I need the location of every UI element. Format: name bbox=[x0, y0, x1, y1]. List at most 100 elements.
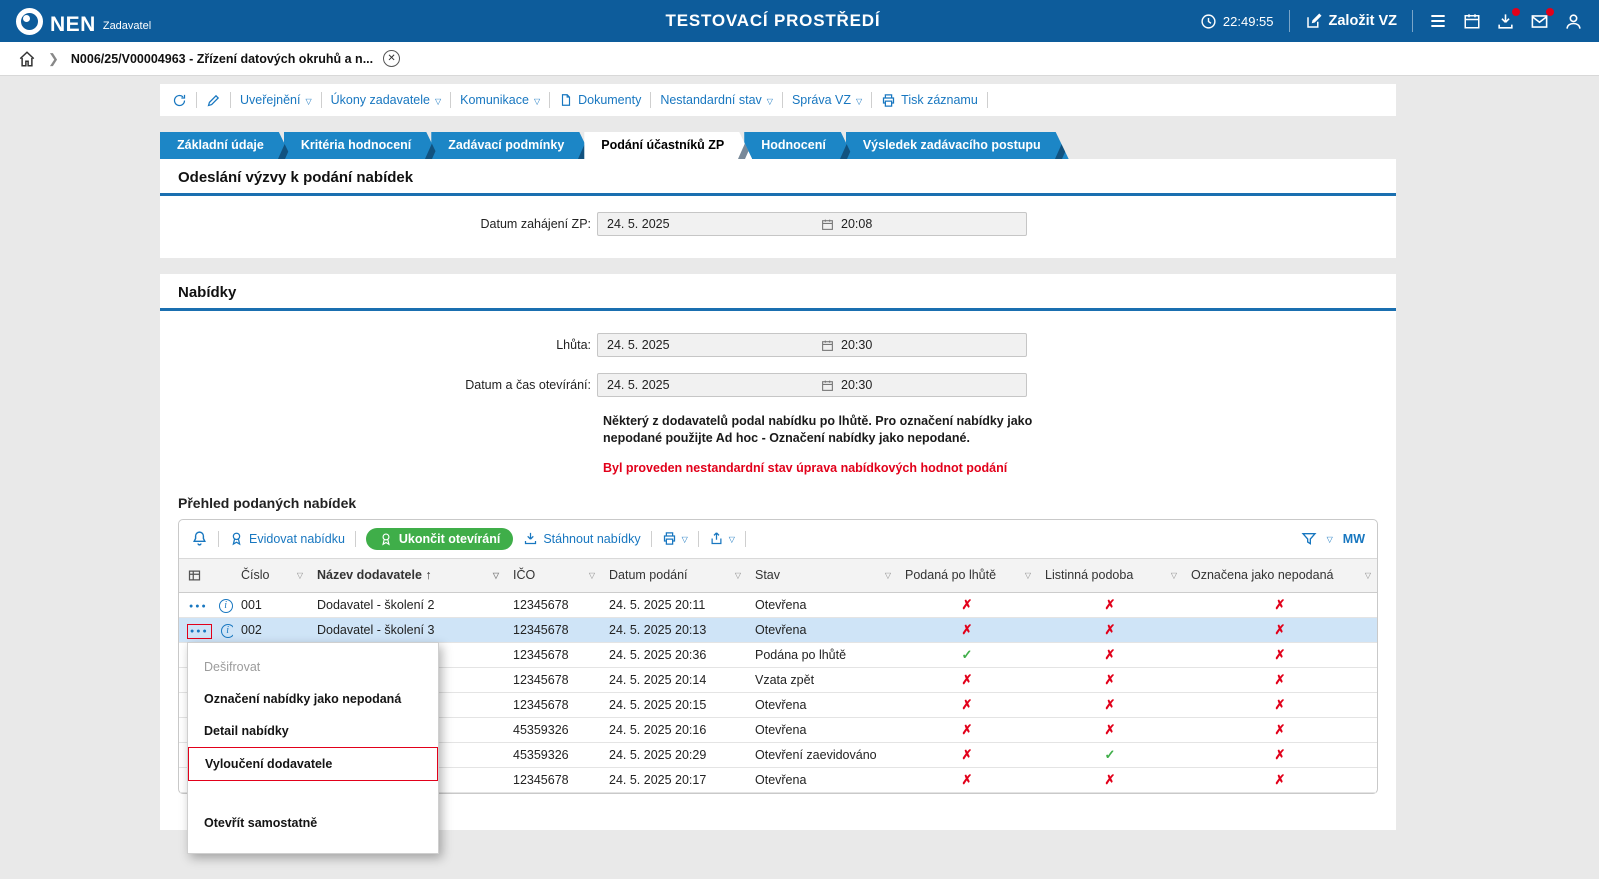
menu-uverejneni[interactable]: Uveřejnění▽ bbox=[240, 93, 312, 107]
row-actions-button[interactable]: ●●● bbox=[187, 624, 212, 639]
downloads-button[interactable] bbox=[1496, 12, 1515, 31]
messages-button[interactable] bbox=[1530, 12, 1549, 31]
cell-listinna: ✗ bbox=[1037, 617, 1183, 642]
tab-vysledek[interactable]: Výsledek zadávacího postupu bbox=[846, 132, 1069, 159]
start-date-value[interactable]: 24. 5. 2025 bbox=[598, 217, 817, 231]
col-datum-podani[interactable]: Datum podání▽ bbox=[601, 558, 747, 592]
view-code[interactable]: MW bbox=[1343, 532, 1365, 546]
filter-caret-icon[interactable]: ▽ bbox=[297, 571, 303, 580]
back-button[interactable] bbox=[172, 93, 187, 108]
menu-item-detail-nabidky[interactable]: Detail nabídky bbox=[188, 715, 438, 747]
info-icon[interactable]: i bbox=[219, 599, 233, 613]
opening-date-value[interactable]: 24. 5. 2025 bbox=[598, 378, 817, 392]
cell-nepodana: ✗ bbox=[1183, 667, 1377, 692]
filter-caret-icon[interactable]: ▽ bbox=[1365, 571, 1371, 580]
menu-sprava-vz[interactable]: Správa VZ▽ bbox=[792, 93, 862, 107]
menu-item-otevrit-samostatne[interactable]: Otevřít samostatně bbox=[188, 807, 438, 839]
cell-nepodana: ✗ bbox=[1183, 642, 1377, 667]
filter-caret-icon[interactable]: ▽ bbox=[493, 571, 499, 580]
opening-datetime-field[interactable]: 24. 5. 2025 20:30 bbox=[597, 373, 1027, 397]
ukoncit-otevirani-button[interactable]: Ukončit otevírání bbox=[366, 528, 513, 550]
tab-podani-ucastniku[interactable]: Podání účastníků ZP bbox=[584, 132, 752, 159]
dropdown-caret-icon: ▽ bbox=[856, 97, 862, 106]
cell-stav: Otevřena bbox=[747, 692, 897, 717]
menu-nestandardni-stav[interactable]: Nestandardní stav▽ bbox=[660, 93, 773, 107]
print-record-button[interactable]: Tisk záznamu bbox=[881, 93, 978, 108]
col-ico[interactable]: IČO▽ bbox=[505, 558, 601, 592]
col-cislo[interactable]: Číslo▽ bbox=[233, 558, 309, 592]
notifications-button[interactable] bbox=[191, 530, 208, 547]
tab-zadavaci-podminky[interactable]: Zadávací podmínky bbox=[431, 132, 592, 159]
filter-caret-icon[interactable]: ▽ bbox=[1171, 571, 1177, 580]
column-settings-header[interactable] bbox=[179, 558, 233, 592]
cell-stav: Otevření zaevidováno bbox=[747, 742, 897, 767]
cell-listinna: ✗ bbox=[1037, 592, 1183, 617]
deadline-date-value[interactable]: 24. 5. 2025 bbox=[598, 338, 817, 352]
cross-icon: ✗ bbox=[1105, 722, 1116, 737]
cross-icon: ✗ bbox=[962, 622, 973, 637]
cross-icon: ✗ bbox=[1275, 672, 1286, 687]
calendar-icon bbox=[821, 218, 834, 231]
info-icon[interactable]: i bbox=[221, 624, 233, 638]
open-record-tab[interactable]: N006/25/V00004963 - Zřízení datových okr… bbox=[71, 52, 373, 66]
profile-button[interactable] bbox=[1564, 12, 1583, 31]
start-time-value[interactable]: 20:08 bbox=[817, 217, 1026, 231]
notification-badge bbox=[1512, 8, 1520, 16]
deadline-time-value[interactable]: 20:30 bbox=[817, 338, 1026, 352]
tab-hodnoceni[interactable]: Hodnocení bbox=[744, 132, 854, 159]
printer-icon bbox=[881, 93, 896, 108]
main-menu-button[interactable] bbox=[1428, 11, 1448, 31]
deadline-datetime-field[interactable]: 24. 5. 2025 20:30 bbox=[597, 333, 1027, 357]
evidovat-nabidku-button[interactable]: Evidovat nabídku bbox=[229, 531, 345, 546]
dropdown-caret-icon: ▽ bbox=[767, 97, 773, 106]
row-actions-button[interactable]: ●●● bbox=[187, 600, 210, 613]
col-oznacena-jako-nepodana[interactable]: Označena jako nepodaná▽ bbox=[1183, 558, 1377, 592]
filter-caret-icon[interactable]: ▽ bbox=[589, 571, 595, 580]
cell-nepodana: ✗ bbox=[1183, 767, 1377, 792]
opening-time-value[interactable]: 20:30 bbox=[817, 378, 1026, 392]
cell-listinna: ✗ bbox=[1037, 717, 1183, 742]
table-row[interactable]: ●●●i001Dodavatel - školení 21234567824. … bbox=[179, 592, 1377, 617]
print-table-button[interactable]: ▽ bbox=[662, 531, 688, 546]
menu-dokumenty[interactable]: Dokumenty bbox=[559, 93, 641, 107]
col-listinna-podoba[interactable]: Listinná podoba▽ bbox=[1037, 558, 1183, 592]
stahnout-nabidky-button[interactable]: Stáhnout nabídky bbox=[523, 531, 640, 546]
export-table-button[interactable]: ▽ bbox=[709, 531, 735, 546]
filter-caret-icon[interactable]: ▽ bbox=[1025, 571, 1031, 580]
notification-badge bbox=[1546, 8, 1554, 16]
menu-komunikace[interactable]: Komunikace▽ bbox=[460, 93, 540, 107]
nonstandard-state-warning: Byl proveden nestandardní stav úprava na… bbox=[603, 461, 1103, 475]
filter-caret-icon[interactable]: ▽ bbox=[885, 571, 891, 580]
cross-icon: ✗ bbox=[1105, 697, 1116, 712]
cell-stav: Otevřena bbox=[747, 617, 897, 642]
edit-record-button[interactable] bbox=[206, 93, 221, 108]
col-stav[interactable]: Stav▽ bbox=[747, 558, 897, 592]
close-record-icon[interactable]: ✕ bbox=[383, 50, 400, 67]
menu-item-vylouceni-dodavatele[interactable]: Vyloučení dodavatele bbox=[188, 747, 438, 781]
cell-cislo: 002 bbox=[233, 617, 309, 642]
calendar-button[interactable] bbox=[1463, 12, 1481, 30]
col-nazev-dodavatele[interactable]: Název dodavatele ↑▽ bbox=[309, 558, 505, 592]
nen-logo[interactable]: NEN Zadavatel bbox=[16, 8, 346, 35]
filter-caret-icon[interactable]: ▽ bbox=[735, 571, 741, 580]
cell-ico: 45359326 bbox=[505, 717, 601, 742]
tab-kriteria-hodnoceni[interactable]: Kritéria hodnocení bbox=[284, 132, 439, 159]
header-divider bbox=[1412, 10, 1413, 32]
user-icon bbox=[1564, 12, 1583, 31]
filter-button[interactable] bbox=[1301, 531, 1317, 547]
dropdown-caret-icon: ▽ bbox=[534, 97, 540, 106]
view-caret-icon[interactable]: ▽ bbox=[1327, 535, 1333, 544]
section-invitation: Odeslání výzvy k podání nabídek Datum za… bbox=[160, 159, 1396, 258]
col-podana-po-lhute[interactable]: Podaná po lhůtě▽ bbox=[897, 558, 1037, 592]
start-datetime-field[interactable]: 24. 5. 2025 20:08 bbox=[597, 212, 1027, 236]
cell-stav: Otevřena bbox=[747, 767, 897, 792]
menu-ukony-zadavatele[interactable]: Úkony zadavatele▽ bbox=[331, 93, 442, 107]
tab-zakladni-udaje[interactable]: Základní údaje bbox=[160, 132, 292, 159]
menu-item-oznaceni-nepodana[interactable]: Označení nabídky jako nepodaná bbox=[188, 683, 438, 715]
home-button[interactable] bbox=[18, 50, 36, 68]
cross-icon: ✗ bbox=[1275, 722, 1286, 737]
table-row[interactable]: ●●●i002Dodavatel - školení 31234567824. … bbox=[179, 617, 1377, 642]
create-vz-button[interactable]: Založit VZ bbox=[1305, 12, 1397, 30]
chevron-right-icon: ❯ bbox=[48, 51, 59, 67]
menu-item-desifrovat: Dešifrovat bbox=[188, 651, 438, 683]
